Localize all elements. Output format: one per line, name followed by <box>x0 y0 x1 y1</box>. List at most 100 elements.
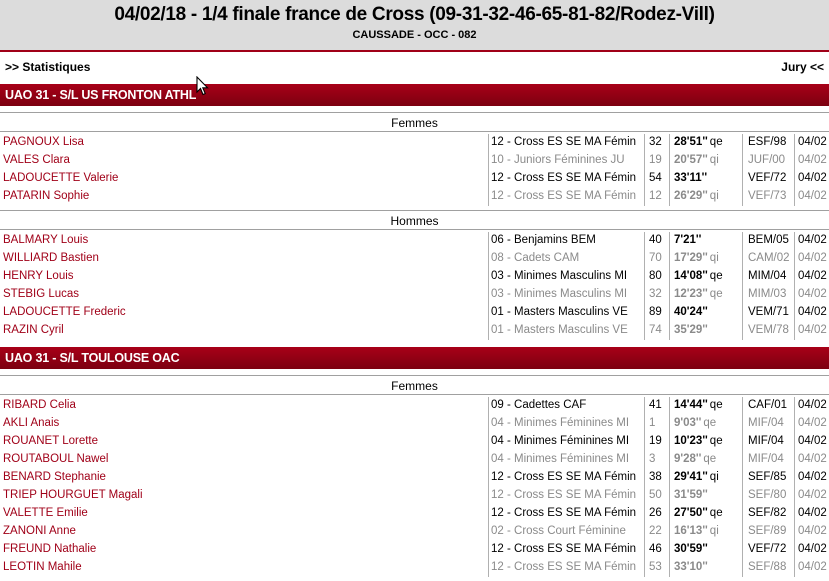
column-divider <box>644 523 645 541</box>
athlete-name-link[interactable]: ROUANET Lorette <box>3 435 98 447</box>
column-divider <box>742 170 743 188</box>
athlete-name-link[interactable]: HENRY Louis <box>3 270 74 282</box>
column-divider <box>742 541 743 559</box>
jury-link[interactable]: Jury << <box>781 60 824 74</box>
gender-group-header: Hommes <box>0 210 829 230</box>
race-name: 01 - Masters Masculins VE <box>491 306 628 318</box>
column-divider <box>644 487 645 505</box>
race-name: 12 - Cross ES SE MA Fémin <box>491 136 637 148</box>
page-subtitle: CAUSSADE - OCC - 082 <box>352 29 477 41</box>
column-divider <box>742 268 743 286</box>
time-cell: 9'03'' qe <box>674 417 716 429</box>
athlete-name-link[interactable]: PATARIN Sophie <box>3 190 89 202</box>
time-value: 33'11'' <box>674 172 708 184</box>
result-row: STEBIG Lucas 03 - Minimes Masculins MI 32 M… <box>0 286 829 304</box>
column-divider <box>742 397 743 415</box>
category-value: MIF/04 <box>748 453 784 465</box>
column-divider <box>488 469 489 487</box>
qualification-flag: qe <box>709 270 723 282</box>
race-name: 12 - Cross ES SE MA Fémin <box>491 471 637 483</box>
athlete-name-link[interactable]: FREUND Nathalie <box>3 543 96 555</box>
club-header: UAO 31 - S/L TOULOUSE OAC <box>0 347 829 369</box>
place-value: 50 <box>649 489 662 501</box>
time-value: 16'13'' <box>674 525 708 537</box>
column-divider <box>794 188 795 206</box>
column-divider <box>669 433 670 451</box>
date-value: 04/02 <box>798 417 827 429</box>
athlete-name-link[interactable]: PAGNOUX Lisa <box>3 136 84 148</box>
column-divider <box>644 415 645 433</box>
time-value: 35'29'' <box>674 324 708 336</box>
column-divider <box>488 541 489 559</box>
athlete-name-link[interactable]: TRIEP HOURGUET Magali <box>3 489 143 501</box>
column-divider <box>644 322 645 340</box>
athlete-name-link[interactable]: RIBARD Celia <box>3 399 76 411</box>
column-divider <box>644 250 645 268</box>
athlete-name-link[interactable]: VALETTE Emilie <box>3 507 88 519</box>
race-name: 10 - Juniors Féminines JU <box>491 154 625 166</box>
column-divider <box>669 286 670 304</box>
race-name: 12 - Cross ES SE MA Fémin <box>491 172 637 184</box>
result-row: HENRY Louis 03 - Minimes Masculins MI 80 MI… <box>0 268 829 286</box>
column-divider <box>742 487 743 505</box>
column-divider <box>669 523 670 541</box>
column-divider <box>488 286 489 304</box>
time-cell: 16'13'' qi <box>674 525 719 537</box>
athlete-name-link[interactable]: ROUTABOUL Nawel <box>3 453 108 465</box>
athlete-name-link[interactable]: LEOTIN Mahile <box>3 561 82 573</box>
qualification-flag: qi <box>709 525 719 537</box>
date-value: 04/02 <box>798 306 827 318</box>
column-divider <box>794 322 795 340</box>
athlete-name-link[interactable]: BENARD Stephanie <box>3 471 106 483</box>
result-row: TRIEP HOURGUET Magali 12 - Cross ES SE MA… <box>0 487 829 505</box>
column-divider <box>644 134 645 152</box>
athlete-name-link[interactable]: BALMARY Louis <box>3 234 88 246</box>
column-divider <box>669 268 670 286</box>
date-value: 04/02 <box>798 543 827 555</box>
athlete-name-link[interactable]: RAZIN Cyril <box>3 324 64 336</box>
athlete-name-link[interactable]: LADOUCETTE Frederic <box>3 306 126 318</box>
athlete-name-link[interactable]: ZANONI Anne <box>3 525 76 537</box>
column-divider <box>794 433 795 451</box>
column-divider <box>794 170 795 188</box>
statistics-link[interactable]: >> Statistiques <box>5 60 90 74</box>
column-divider <box>742 232 743 250</box>
column-divider <box>669 188 670 206</box>
result-row: PATARIN Sophie 12 - Cross ES SE MA Fémin 1… <box>0 188 829 206</box>
category-value: VEF/72 <box>748 172 787 184</box>
time-value: 9'28'' <box>674 453 702 465</box>
column-divider <box>488 268 489 286</box>
column-divider <box>488 188 489 206</box>
column-divider <box>742 152 743 170</box>
qualification-flag: qe <box>709 288 723 300</box>
time-cell: 30'59'' <box>674 543 710 555</box>
place-value: 89 <box>649 306 662 318</box>
race-name: 12 - Cross ES SE MA Fémin <box>491 489 637 501</box>
time-value: 30'59'' <box>674 543 708 555</box>
column-divider <box>794 451 795 469</box>
column-divider <box>742 415 743 433</box>
athlete-name-link[interactable]: VALES Clara <box>3 154 70 166</box>
place-value: 38 <box>649 471 662 483</box>
time-value: 14'08'' <box>674 270 708 282</box>
qualification-flag: qe <box>709 435 723 447</box>
athlete-name-link[interactable]: STEBIG Lucas <box>3 288 79 300</box>
column-divider <box>794 505 795 523</box>
result-row: AKLI Anais 04 - Minimes Féminines MI 1 MIF/… <box>0 415 829 433</box>
time-value: 9'03'' <box>674 417 702 429</box>
column-divider <box>644 268 645 286</box>
place-value: 1 <box>649 417 656 429</box>
athlete-name-link[interactable]: AKLI Anais <box>3 417 59 429</box>
column-divider <box>644 451 645 469</box>
athlete-name-link[interactable]: LADOUCETTE Valerie <box>3 172 118 184</box>
category-value: VEM/71 <box>748 306 789 318</box>
result-row: RIBARD Celia 09 - Cadettes CAF 41 CAF/01 04/… <box>0 397 829 415</box>
athlete-name-link[interactable]: WILLIARD Bastien <box>3 252 99 264</box>
date-value: 04/02 <box>798 489 827 501</box>
column-divider <box>669 505 670 523</box>
result-row: RAZIN Cyril 01 - Masters Masculins VE 74 VE… <box>0 322 829 340</box>
race-name: 06 - Benjamins BEM <box>491 234 596 246</box>
date-value: 04/02 <box>798 172 827 184</box>
column-divider <box>742 451 743 469</box>
place-value: 53 <box>649 561 662 573</box>
